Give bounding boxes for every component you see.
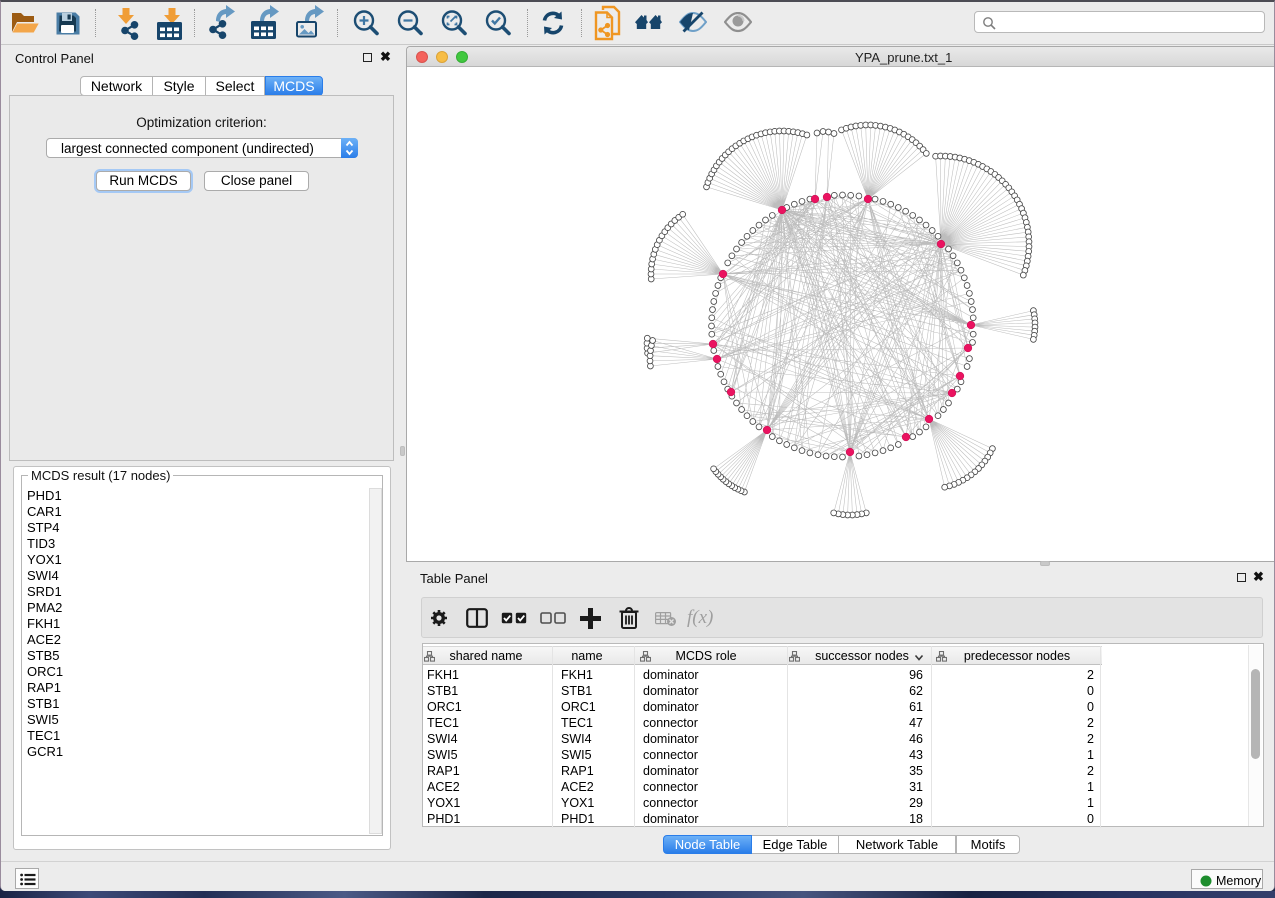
svg-text:f(x): f(x) [687, 607, 713, 628]
